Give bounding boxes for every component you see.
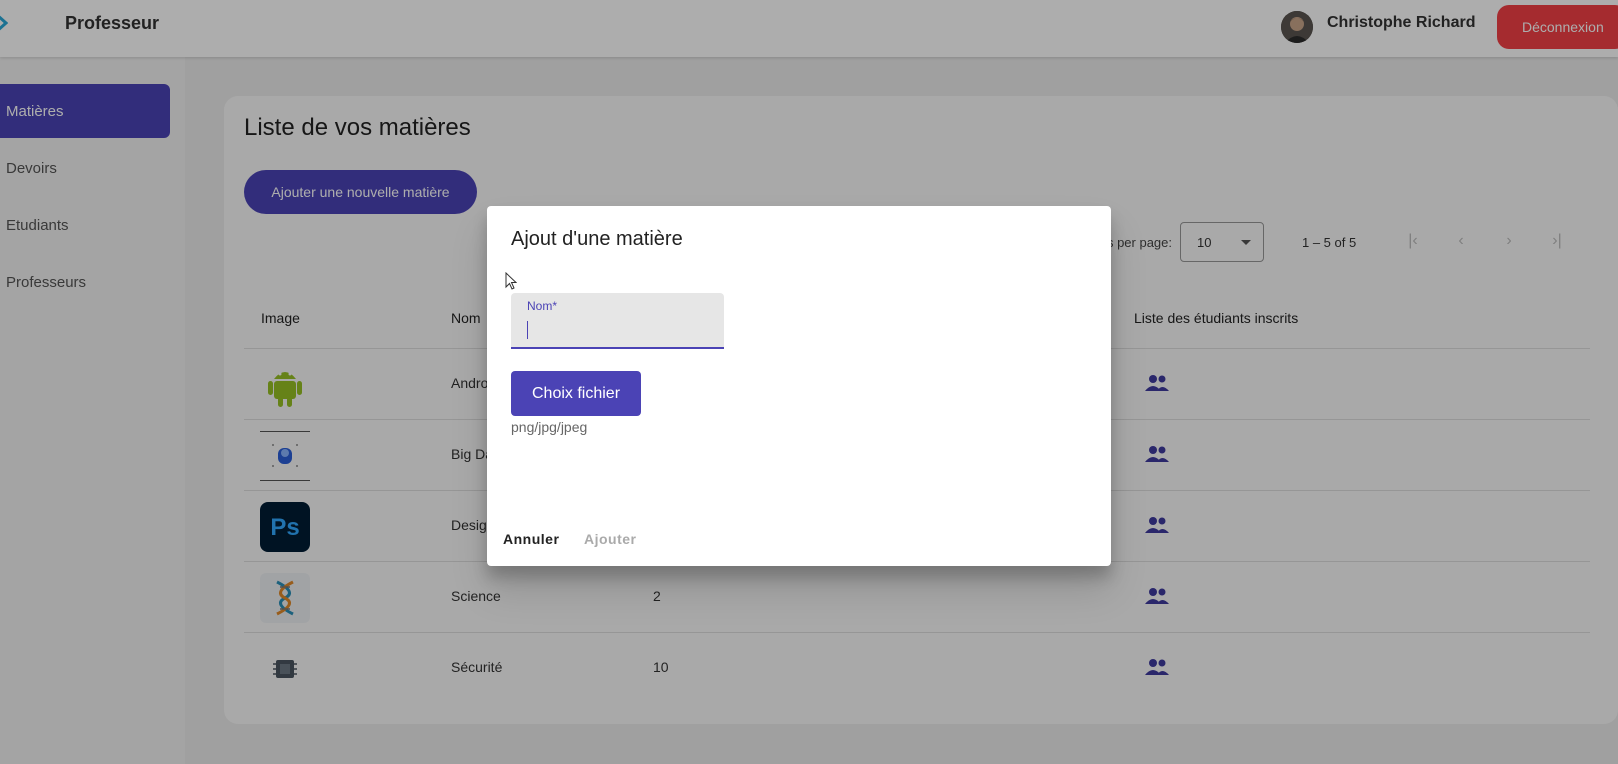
text-caret	[527, 321, 528, 339]
name-field-label: Nom*	[527, 299, 558, 313]
add-subject-dialog: Ajout d'une matière Nom* Choix fichier p…	[487, 206, 1111, 566]
name-field[interactable]: Nom*	[511, 293, 724, 349]
cancel-button[interactable]: Annuler	[503, 531, 559, 547]
choose-file-button[interactable]: Choix fichier	[511, 371, 641, 416]
file-format-hint: png/jpg/jpeg	[511, 419, 588, 435]
add-button[interactable]: Ajouter	[584, 531, 637, 547]
name-input[interactable]	[527, 319, 707, 339]
mouse-cursor-icon	[505, 272, 517, 290]
dialog-title: Ajout d'une matière	[511, 228, 683, 250]
